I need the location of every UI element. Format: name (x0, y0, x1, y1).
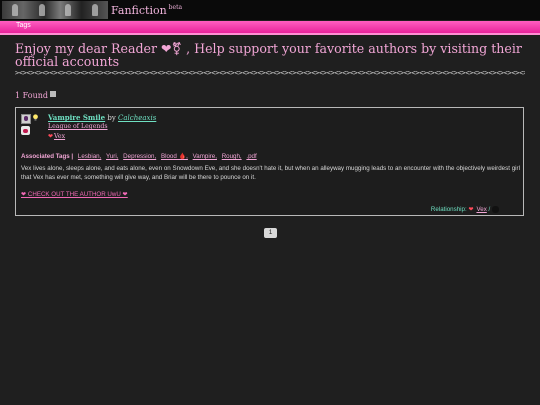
character-link[interactable]: ❤Vex (48, 133, 65, 140)
story-title-link[interactable]: Vampire Smile (48, 113, 105, 122)
story-title-row: Vampire Smile by Calcheaxis (48, 113, 156, 122)
banner-figure (12, 4, 19, 16)
decorative-divider: ><><><><><><><><><><><><><><><><><><><><… (15, 70, 525, 77)
beta-badge: beta (168, 4, 183, 11)
broken-image-icon (50, 91, 56, 97)
author-link[interactable]: Calcheaxis (118, 114, 156, 122)
site-header: Fanfiction beta (0, 0, 540, 20)
site-banner-image[interactable] (2, 1, 108, 19)
story-card: Vampire Smile by Calcheaxis League of Le… (15, 107, 524, 216)
heart-icon: ❤ (48, 133, 54, 140)
by-label: by (107, 114, 116, 122)
lightbulb-icon (33, 114, 38, 121)
heart-icon: ❤ (468, 207, 474, 214)
tag-link[interactable]: Vampire, (193, 153, 217, 160)
associated-tags: Associated Tags | Lesbian, Yuri, Depress… (21, 152, 257, 160)
relationship-avatar[interactable] (492, 206, 499, 213)
pagination-page-button[interactable]: 1 (264, 228, 277, 238)
page-headline: Enjoy my dear Reader ❤⚧ , Help support y… (15, 41, 522, 69)
story-summary: Vex lives alone, sleeps alone, and eats … (21, 165, 520, 181)
tag-link[interactable]: Yuri, (106, 153, 118, 160)
relationship-label: Relationship: (430, 206, 467, 214)
relationship-row: Relationship: ❤ Vex / (431, 206, 499, 213)
nav-tags-link[interactable]: Tags (16, 22, 31, 29)
banner-figure (91, 4, 98, 16)
fandom-link[interactable]: League of Legends (48, 123, 108, 130)
brand-name[interactable]: Fanfiction (111, 4, 167, 17)
relationship-separator: / (488, 206, 491, 214)
tag-link[interactable]: Blood 🩸, (161, 153, 188, 160)
relationship-link[interactable]: Vex (476, 206, 486, 213)
tags-label: Associated Tags | (21, 153, 74, 160)
results-count: 1 Found (15, 91, 56, 100)
tag-link[interactable]: Lesbian, (78, 153, 101, 160)
results-count-text: 1 Found (15, 91, 48, 100)
character-name[interactable]: Vex (54, 133, 65, 140)
site-brand[interactable]: Fanfiction beta (111, 4, 182, 17)
nav-bar: Tags (0, 21, 540, 35)
tag-link[interactable]: Rough, (222, 153, 242, 160)
tag-link[interactable]: Depression, (123, 153, 156, 160)
banner-figure (65, 4, 72, 16)
tag-link[interactable]: .pdf (246, 153, 256, 160)
check-out-author-link[interactable]: ❤ CHECK OUT THE AUTHOR UwU ❤ (21, 191, 128, 198)
character-avatar[interactable] (21, 126, 30, 135)
banner-figure (38, 4, 45, 16)
author-avatar[interactable] (21, 114, 31, 124)
